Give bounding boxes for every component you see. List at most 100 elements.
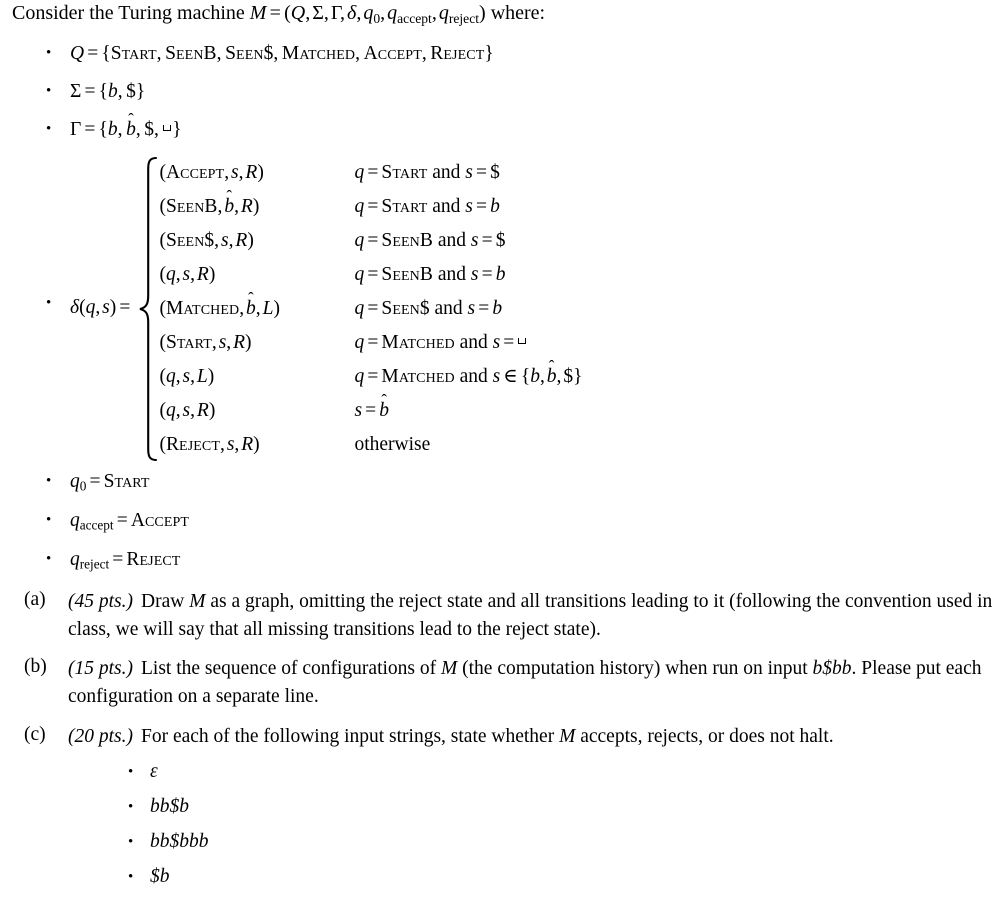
document-page: Consider the Turing machine M = (Q, Σ, Γ, δ, q… bbox=[0, 0, 1006, 887]
sigma-open: { bbox=[98, 80, 108, 102]
case-condition-4: q = SeenB and s = b bbox=[354, 263, 506, 285]
delta-args: (q,s) bbox=[79, 297, 117, 319]
qaccept-symbol: qaccept bbox=[70, 509, 114, 533]
case-condition-9: otherwise bbox=[354, 433, 431, 455]
part-b: (b) (15 pts.) List the sequence of config… bbox=[22, 655, 998, 710]
part-b-label: (b) bbox=[24, 656, 47, 678]
definition-accept-state: • qaccept = Accept bbox=[44, 509, 984, 534]
case-action-3: (Seen$,s,R) bbox=[159, 229, 254, 251]
gamma-lhs: Γ bbox=[70, 118, 82, 140]
intro-trailing: where: bbox=[490, 2, 546, 24]
states-rel: = bbox=[87, 43, 99, 64]
gamma-sym-b-hat: b̂ bbox=[126, 118, 136, 140]
case-action-2: (SeenB,b̂,R) bbox=[159, 195, 260, 217]
case-condition-5: q = Seen$ and s = b bbox=[354, 297, 503, 319]
sigma-lhs: Σ bbox=[70, 80, 82, 102]
states-close: } bbox=[484, 43, 494, 64]
bullet-icon: • bbox=[46, 294, 52, 311]
qaccept-value: Accept bbox=[130, 509, 190, 531]
case-condition-8: s=b̂ bbox=[354, 399, 390, 421]
case-condition-6: q = Matched and s = bbox=[354, 331, 526, 353]
intro-sentence: Consider the Turing machine M = (Q, Σ, Γ, δ, q… bbox=[12, 1, 545, 27]
q0-value: Start bbox=[103, 470, 150, 492]
bullet-icon: • bbox=[46, 550, 52, 567]
part-a: (a) (45 pts.) Draw M as a graph, omitting… bbox=[22, 588, 998, 643]
state-seenb: SeenB bbox=[165, 43, 217, 64]
definition-start-state: • q0 = Start bbox=[44, 470, 984, 495]
part-c: (c) (20 pts.) For each of the following i… bbox=[22, 723, 998, 891]
bullet-icon: • bbox=[46, 82, 52, 99]
part-a-points: (45 pts.) bbox=[68, 591, 133, 612]
delta-equals: = bbox=[119, 297, 131, 319]
part-b-points: (15 pts.) bbox=[68, 658, 133, 680]
gamma-sym-dollar: $ bbox=[144, 118, 155, 140]
test-string-value: bb$b bbox=[150, 796, 189, 818]
definition-tape-alphabet: • Γ={b, b̂, $, } bbox=[44, 118, 984, 143]
case-list: (Accept,s,R) q=Start and s=$ (SeenB,b̂,R… bbox=[159, 156, 582, 462]
qreject-symbol: qreject bbox=[70, 548, 110, 572]
machine-symbol: M bbox=[249, 2, 267, 24]
case-condition-2: q = Start and s = b bbox=[354, 195, 500, 217]
sigma-sym-dollar: $ bbox=[126, 80, 136, 102]
state-reject: Reject bbox=[430, 43, 485, 64]
part-b-text: (15 pts.) List the sequence of configurat… bbox=[68, 658, 982, 708]
test-string-item: • bb$bbb bbox=[128, 830, 998, 855]
state-start: Start bbox=[110, 43, 157, 64]
case-action-1: (Accept,s,R) bbox=[159, 161, 264, 183]
gamma-open: { bbox=[98, 118, 108, 140]
state-accept: Accept bbox=[363, 43, 422, 64]
q0-symbol: q0 bbox=[70, 470, 87, 494]
definition-reject-state: • qreject = Reject bbox=[44, 548, 984, 573]
test-string-list: • ε • bb$b • bb$bbb • $b bbox=[128, 760, 998, 890]
part-a-label: (a) bbox=[24, 589, 46, 610]
gamma-sym-b: b bbox=[107, 118, 118, 140]
case-action-7: (q,s,L) bbox=[159, 365, 215, 387]
bullet-icon: • bbox=[46, 511, 52, 528]
sigma-rel: = bbox=[84, 80, 96, 102]
bullet-icon: • bbox=[46, 472, 52, 489]
state-matched: Matched bbox=[281, 43, 356, 64]
case-action-5: (Matched,b̂,L) bbox=[159, 297, 280, 319]
bullet-icon: • bbox=[128, 764, 134, 781]
test-string-item: • ε bbox=[128, 760, 998, 785]
definitions-list: • Q = {Start, SeenB, Seen$, Matched, Accep… bbox=[44, 42, 984, 586]
part-a-text: (45 pts.) Draw M as a graph, omitting the… bbox=[68, 591, 993, 640]
state-seendollar: Seen$ bbox=[225, 43, 274, 64]
delta-label: δ(q,s) = bbox=[70, 296, 137, 321]
case-action-6: (Start,s,R) bbox=[159, 331, 252, 353]
case-condition-1: q = Start and s = $ bbox=[354, 161, 500, 183]
case-action-8: (q,s,R) bbox=[159, 399, 216, 421]
sigma-close: } bbox=[135, 80, 146, 102]
part-c-points: (20 pts.) bbox=[68, 725, 133, 747]
gamma-close: } bbox=[172, 118, 182, 140]
bullet-icon: • bbox=[128, 799, 134, 816]
intro-equals: = bbox=[269, 2, 281, 24]
case-brace bbox=[137, 156, 159, 462]
test-string-value: $b bbox=[150, 866, 170, 888]
test-string-value: bb$bbb bbox=[150, 831, 209, 853]
case-action-9: (Reject,s,R) bbox=[159, 433, 260, 455]
gamma-rel: = bbox=[84, 118, 96, 140]
case-condition-3: q = SeenB and s = $ bbox=[354, 229, 506, 251]
part-c-label: (c) bbox=[24, 723, 46, 745]
states-lhs: Q bbox=[70, 43, 85, 64]
test-string-value: ε bbox=[150, 761, 158, 783]
bullet-icon: • bbox=[46, 45, 52, 61]
part-c-text: (20 pts.) For each of the following input… bbox=[68, 725, 834, 747]
delta-symbol: δ bbox=[70, 297, 80, 319]
definition-transition-function: • δ(q,s) = (Accept,s,R) q = Start and s = $ (… bbox=[44, 156, 984, 462]
case-action-4: (q,s,R) bbox=[159, 263, 216, 285]
qaccept-rel: = bbox=[116, 509, 128, 531]
test-string-item: • $b bbox=[128, 865, 998, 890]
definition-input-alphabet: • Σ = {b, $} bbox=[46, 80, 146, 102]
states-open: { bbox=[101, 43, 111, 64]
qreject-value: Reject bbox=[126, 548, 181, 570]
q0-rel: = bbox=[89, 470, 101, 492]
qreject-rel: = bbox=[112, 548, 124, 570]
bullet-icon: • bbox=[46, 120, 52, 137]
bullet-icon: • bbox=[128, 834, 134, 851]
intro-tuple: (Q, Σ, Γ, δ, q0, qaccept, qreject) bbox=[284, 2, 486, 26]
bullet-icon: • bbox=[128, 869, 134, 886]
intro-lead: Consider the Turing machine bbox=[12, 2, 245, 24]
test-string-item: • bb$b bbox=[128, 795, 998, 820]
